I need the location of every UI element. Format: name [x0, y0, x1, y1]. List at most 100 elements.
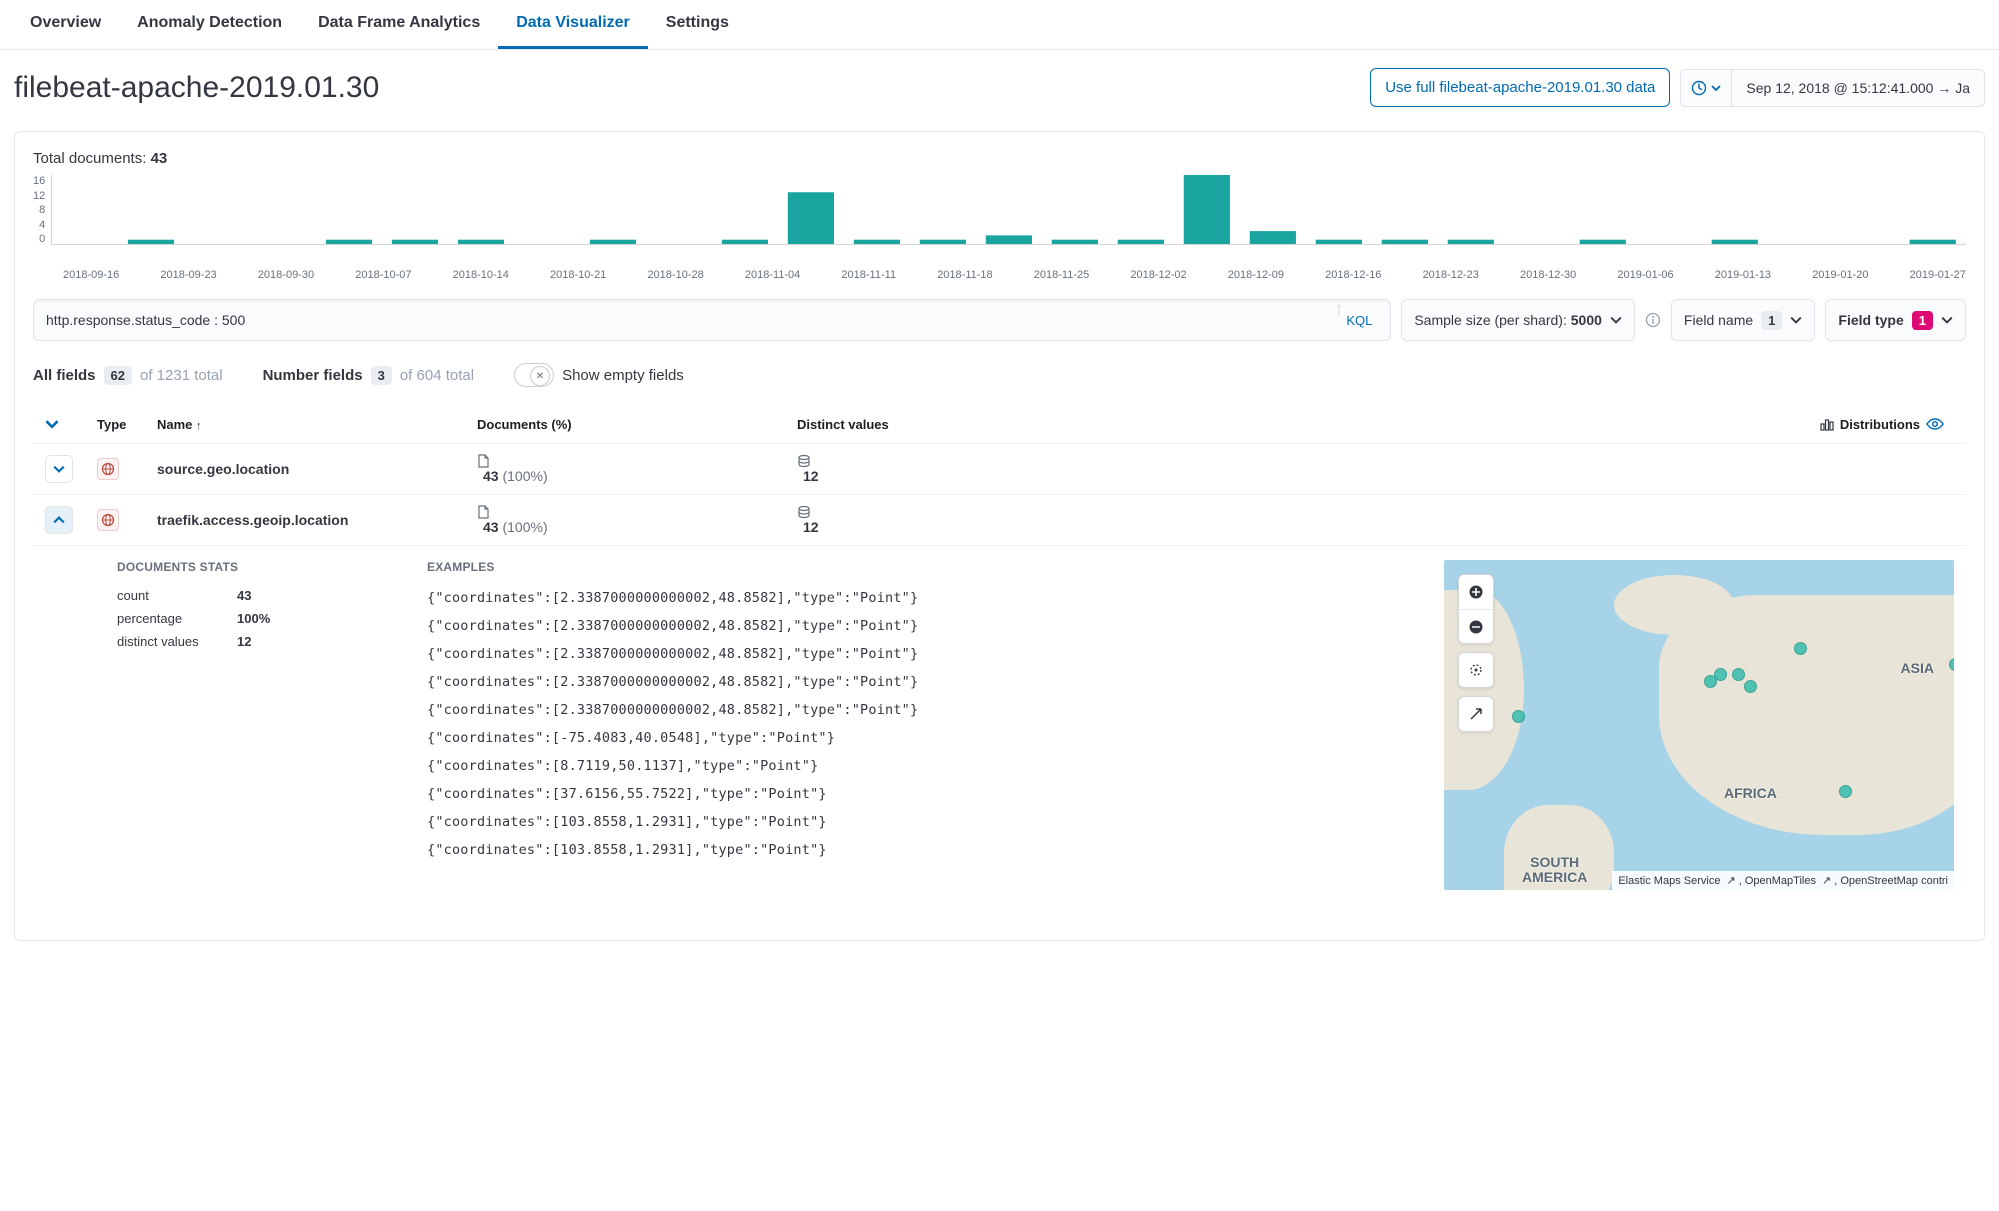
field-name: source.geo.location: [157, 461, 289, 477]
examples-title: EXAMPLES: [427, 560, 1384, 574]
field-type-count: 1: [1912, 311, 1933, 330]
sample-size-label: Sample size (per shard):: [1414, 312, 1567, 328]
histogram-chart: 1612840 2018-09-162018-09-232018-09-3020…: [33, 175, 1966, 281]
field-name-filter[interactable]: Field name 1: [1671, 299, 1816, 341]
chevron-up-icon: [53, 514, 65, 526]
time-refresh-toggle[interactable]: [1681, 70, 1732, 106]
number-fields-total: of 604 total: [400, 367, 474, 384]
col-documents[interactable]: Documents (%): [465, 405, 785, 444]
field-name-label: Field name: [1684, 312, 1753, 328]
kql-toggle[interactable]: KQL: [1340, 313, 1378, 328]
page-title: filebeat-apache-2019.01.30: [14, 71, 379, 105]
time-range-picker[interactable]: Sep 12, 2018 @ 15:12:41.000 → Ja: [1680, 69, 1985, 107]
chevron-down-icon: [1790, 314, 1802, 326]
map-point: [1714, 668, 1727, 681]
map-label-south-america: SOUTHAMERICA: [1522, 855, 1587, 886]
total-docs-value: 43: [151, 150, 168, 167]
query-input[interactable]: [46, 312, 1337, 328]
expand-row-button[interactable]: [45, 455, 73, 483]
number-fields-count: 3: [371, 366, 392, 385]
field-name: traefik.access.geoip.location: [157, 512, 348, 528]
document-icon: [477, 505, 773, 519]
map-label-africa: AFRICA: [1724, 785, 1777, 801]
map-point: [1794, 642, 1807, 655]
chevron-down-icon[interactable]: [45, 417, 59, 431]
col-distributions[interactable]: Distributions: [1284, 405, 1966, 444]
all-fields-count: 62: [104, 366, 132, 385]
field-type-label: Field type: [1838, 312, 1903, 328]
total-docs-label: Total documents:: [33, 150, 146, 167]
all-fields-total: of 1231 total: [140, 367, 223, 384]
database-icon: [797, 505, 1272, 519]
tab-settings[interactable]: Settings: [648, 0, 747, 49]
map-point: [1744, 680, 1757, 693]
database-icon: [797, 454, 1272, 468]
info-icon[interactable]: [1645, 312, 1661, 328]
zoom-out-button[interactable]: [1459, 609, 1493, 643]
map-label-asia: ASIA: [1901, 660, 1934, 676]
example-value: {"coordinates":[103.8558,1.2931],"type":…: [427, 836, 1384, 864]
use-full-data-button[interactable]: Use full filebeat-apache-2019.01.30 data: [1370, 68, 1670, 107]
example-value: {"coordinates":[2.3387000000000002,48.85…: [427, 640, 1384, 668]
geo-point-icon: [97, 458, 119, 480]
table-row: traefik.access.geoip.location43 (100%)12: [33, 495, 1966, 546]
map-point: [1732, 668, 1745, 681]
sort-ascending-icon: ↑: [196, 420, 202, 432]
fullscreen-button[interactable]: [1459, 697, 1493, 731]
all-fields-label: All fields: [33, 367, 96, 384]
document-icon: [477, 454, 773, 468]
tab-data-visualizer[interactable]: Data Visualizer: [498, 0, 648, 49]
fields-table: Type Name ↑ Documents (%) Distinct value…: [33, 405, 1966, 916]
col-distinct[interactable]: Distinct values: [785, 405, 1284, 444]
example-value: {"coordinates":[2.3387000000000002,48.85…: [427, 668, 1384, 696]
external-link-icon: ↗: [1727, 875, 1736, 887]
query-bar[interactable]: ¦ KQL: [33, 299, 1391, 341]
chart-x-axis: 2018-09-162018-09-232018-09-302018-10-07…: [33, 263, 1966, 281]
examples-list: EXAMPLES {"coordinates":[2.33870000000000…: [427, 560, 1384, 864]
zoom-in-button[interactable]: [1459, 575, 1493, 609]
tab-data-frame-analytics[interactable]: Data Frame Analytics: [300, 0, 498, 49]
sample-size-value: 5000: [1571, 312, 1602, 328]
expand-row-button[interactable]: [45, 506, 73, 534]
example-value: {"coordinates":[2.3387000000000002,48.85…: [427, 612, 1384, 640]
sample-size-select[interactable]: Sample size (per shard): 5000: [1401, 299, 1635, 341]
stat-label: distinct values: [117, 634, 237, 649]
stat-value: 12: [237, 634, 251, 649]
example-value: {"coordinates":[37.6156,55.7522],"type":…: [427, 780, 1384, 808]
eye-icon[interactable]: [1926, 415, 1944, 433]
total-documents: Total documents: 43: [33, 150, 1966, 167]
tab-overview[interactable]: Overview: [12, 0, 119, 49]
example-value: {"coordinates":[2.3387000000000002,48.85…: [427, 584, 1384, 612]
stats-title: DOCUMENTS STATS: [117, 560, 367, 574]
chart-bar-icon: [1820, 417, 1834, 431]
documents-stats: DOCUMENTS STATScount43percentage100%dist…: [117, 560, 367, 653]
stat-label: count: [117, 588, 237, 603]
chart-y-axis: 1612840: [33, 175, 51, 245]
time-range-display[interactable]: Sep 12, 2018 @ 15:12:41.000 → Ja: [1732, 70, 1984, 106]
external-link-icon: ↗: [1822, 875, 1831, 887]
map-point: [1839, 785, 1852, 798]
chart-plot: [51, 175, 1966, 245]
map-preview[interactable]: ASIAAFRICASOUTHAMERICAElastic Maps Servi…: [1444, 560, 1954, 890]
table-row: source.geo.location43 (100%)12: [33, 444, 1966, 495]
expanded-row: DOCUMENTS STATScount43percentage100%dist…: [33, 546, 1966, 917]
show-empty-fields-toggle[interactable]: [514, 363, 554, 387]
col-name[interactable]: Name ↑: [145, 405, 465, 444]
example-value: {"coordinates":[-75.4083,40.0548],"type"…: [427, 724, 1384, 752]
tab-anomaly-detection[interactable]: Anomaly Detection: [119, 0, 300, 49]
chevron-down-icon: [1610, 314, 1622, 326]
stat-value: 43: [237, 588, 251, 603]
field-type-filter[interactable]: Field type 1: [1825, 299, 1966, 341]
example-value: {"coordinates":[103.8558,1.2931],"type":…: [427, 808, 1384, 836]
clock-icon: [1691, 80, 1707, 96]
page-header: filebeat-apache-2019.01.30 Use full file…: [0, 50, 1999, 121]
fit-bounds-button[interactable]: [1459, 653, 1493, 687]
controls-row: ¦ KQL Sample size (per shard): 5000 Fiel…: [33, 299, 1966, 341]
col-type[interactable]: Type: [85, 405, 145, 444]
geo-point-icon: [97, 509, 119, 531]
field-count-summary: All fields 62 of 1231 total Number field…: [33, 363, 1966, 387]
time-range-text: Sep 12, 2018 @ 15:12:41.000 → Ja: [1746, 80, 1970, 96]
main-panel: Total documents: 43 1612840 2018-09-1620…: [14, 131, 1985, 941]
map-point: [1512, 710, 1525, 723]
chevron-down-icon: [1711, 83, 1721, 93]
